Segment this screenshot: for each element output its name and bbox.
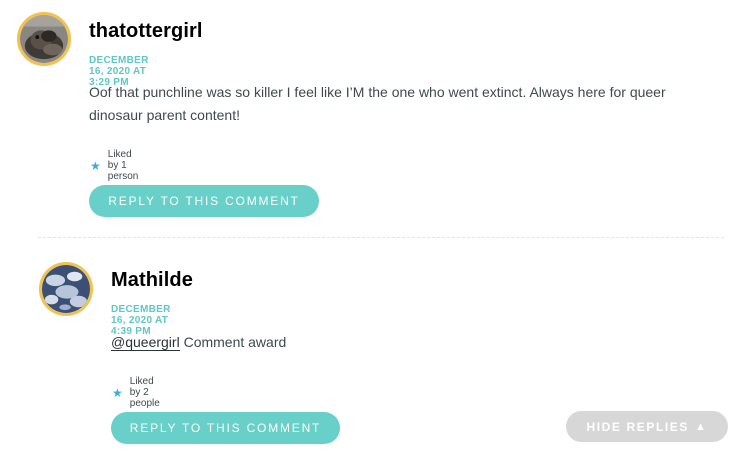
comment-text: @queergirl Comment award bbox=[111, 331, 721, 354]
comment-author[interactable]: thatottergirl bbox=[89, 20, 203, 43]
otter-avatar-icon bbox=[20, 15, 68, 63]
sky-avatar-icon bbox=[42, 265, 90, 313]
likes-indicator: ★ Liked by 2 people bbox=[112, 376, 160, 409]
likes-indicator: ★ Liked by 1 person bbox=[90, 149, 138, 182]
avatar[interactable] bbox=[39, 262, 93, 316]
comment-text: Oof that punchline was so killer I feel … bbox=[89, 84, 666, 123]
star-icon: ★ bbox=[112, 385, 123, 400]
comment-divider bbox=[38, 237, 724, 238]
avatar[interactable] bbox=[17, 12, 71, 66]
comment-text-content: Comment award bbox=[179, 334, 287, 350]
likes-text: Liked by 1 person bbox=[107, 149, 139, 182]
likes-text: Liked by 2 people bbox=[129, 376, 160, 409]
reply-button[interactable]: REPLY TO THIS COMMENT bbox=[89, 185, 319, 217]
hide-replies-button[interactable]: HIDE REPLIES ▲ bbox=[566, 411, 728, 442]
triangle-up-icon: ▲ bbox=[695, 420, 708, 433]
hide-replies-label: HIDE REPLIES bbox=[586, 419, 690, 434]
reply-button[interactable]: REPLY TO THIS COMMENT bbox=[111, 412, 340, 444]
star-icon: ★ bbox=[90, 158, 101, 173]
comment-author[interactable]: Mathilde bbox=[111, 269, 193, 292]
mention-link[interactable]: @queergirl bbox=[111, 334, 180, 351]
